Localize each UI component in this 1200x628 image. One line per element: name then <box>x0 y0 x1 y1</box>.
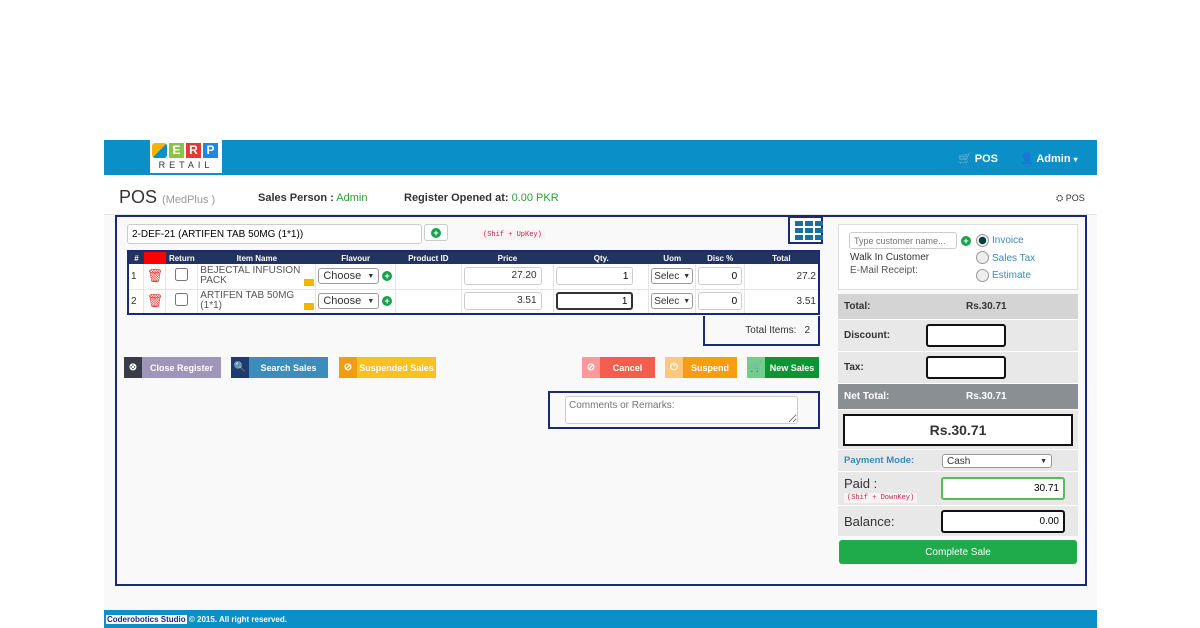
close-circle-icon: ⊗ <box>124 357 142 378</box>
trash-icon[interactable]: 🗑 <box>143 264 167 290</box>
radio-invoice[interactable]: Invoice <box>976 232 1035 250</box>
close-register-button[interactable]: ⊗ Close Register <box>124 357 221 378</box>
batch-icon[interactable] <box>304 303 315 310</box>
uom-select[interactable]: Selec ▼ <box>651 293 694 310</box>
product-search-input[interactable] <box>127 224 422 244</box>
sale-type-radios: Invoice Sales Tax Estimate <box>976 232 1035 285</box>
search-sales-button[interactable]: 🔍 Search Sales <box>231 357 328 378</box>
payment-mode-row: Payment Mode: Cash ▼ <box>838 450 1078 472</box>
discount-input[interactable] <box>698 292 743 311</box>
tax-input[interactable] <box>926 356 1006 379</box>
user-icon: 👤 <box>1020 153 1034 165</box>
paid-row: Paid : (Shif + DownKey) <box>838 472 1078 506</box>
add-product-button[interactable]: + <box>424 224 448 241</box>
sales-person: Sales Person : Admin <box>258 192 368 204</box>
caret-down-icon: ▾ <box>1073 155 1078 164</box>
balance-input <box>941 509 1065 533</box>
grand-total-display: Rs.30.71 <box>843 413 1073 446</box>
cancel-button[interactable]: ⊘ Cancel <box>582 357 655 378</box>
page-header <box>104 175 1097 215</box>
big-total-row: Rs.30.71 <box>838 410 1078 450</box>
col-qty: Qty. <box>553 251 649 264</box>
col-product-id: Product ID <box>395 251 462 264</box>
product-id <box>395 289 462 315</box>
register-opened: Register Opened at: 0.00 PKR <box>404 192 559 204</box>
item-name: BEJECTAL INFUSION PACK <box>200 265 301 287</box>
total-items: Total Items: 2 <box>703 316 820 346</box>
grid-view-button[interactable] <box>788 216 823 244</box>
payment-mode-select[interactable]: Cash ▼ <box>942 453 1052 468</box>
search-icon: 🔍 <box>231 357 249 378</box>
table-row: 2 🗑 ARTIFEN TAB 50MG (1*1) Choose ▼ + 3.5… <box>128 289 820 315</box>
radio-sales-tax[interactable]: Sales Tax <box>976 250 1035 268</box>
trash-icon[interactable]: 🗑 <box>143 289 167 315</box>
walk-in-customer: Walk In Customer <box>850 252 930 263</box>
cart-icon: 🛒 <box>958 153 972 165</box>
footer-company-link[interactable]: Coderobotics Studio <box>106 615 187 624</box>
balance-row: Balance: <box>838 506 1078 537</box>
return-checkbox[interactable] <box>175 268 189 282</box>
add-customer-icon[interactable]: + <box>961 236 971 246</box>
customer-name-input[interactable] <box>849 232 957 249</box>
plus-icon: + <box>431 227 441 238</box>
add-flavour-icon[interactable]: + <box>382 296 393 307</box>
col-number: # <box>128 251 144 264</box>
return-checkbox[interactable] <box>175 293 189 307</box>
discount-input[interactable] <box>698 267 743 286</box>
nav-pos-link[interactable]: 🛒 POS <box>958 152 998 165</box>
comments-textarea[interactable] <box>565 396 798 424</box>
tax-row: Tax: <box>838 352 1078 384</box>
col-item-name: Item Name <box>197 251 316 264</box>
footer: Coderobotics Studio © 2015. All right re… <box>104 610 1097 628</box>
items-table: # Return Item Name Flavour Product ID Pr… <box>127 250 820 315</box>
ban-icon: ⊘ <box>582 357 600 378</box>
breadcrumb[interactable]: ⛭ POS <box>1056 193 1085 204</box>
add-flavour-icon[interactable]: + <box>382 271 393 282</box>
new-sales-button[interactable]: 🛒 New Sales <box>747 357 819 378</box>
total-row: Total: Rs.30.71 <box>838 294 1078 320</box>
row-number: 2 <box>128 289 145 315</box>
suspend-button[interactable]: ⏻ Suspend <box>665 357 737 378</box>
dashboard-icon: ⛭ <box>1056 193 1064 203</box>
flavour-select[interactable]: Choose ▼ <box>318 268 380 285</box>
col-delete <box>143 251 166 264</box>
erp-retail-logo[interactable]: E R P RETAIL <box>150 140 222 175</box>
radio-estimate[interactable]: Estimate <box>976 267 1035 285</box>
page-title: POS (MedPlus ) <box>119 187 216 207</box>
shortcut-hint: (Shif + UpKey) <box>480 230 545 240</box>
footer-copyright: © 2015. All right reserved. <box>188 615 287 624</box>
table-row: 1 🗑 BEJECTAL INFUSION PACK Choose ▼ + 27.… <box>128 264 820 290</box>
col-disc: Disc % <box>695 251 745 264</box>
paid-input[interactable] <box>941 477 1065 500</box>
col-total: Total <box>744 251 819 264</box>
qty-input[interactable] <box>556 292 634 311</box>
discount-input[interactable] <box>926 324 1006 347</box>
cart-icon: 🛒 <box>747 357 765 378</box>
top-navbar <box>104 140 1097 175</box>
net-total-row: Net Total: Rs.30.71 <box>838 384 1078 410</box>
col-flavour: Flavour <box>315 251 396 264</box>
email-receipt-label: E-Mail Receipt: <box>850 265 918 276</box>
row-total: 27.2 <box>744 264 820 290</box>
price-input[interactable]: 27.20 <box>463 267 542 286</box>
item-name: ARTIFEN TAB 50MG (1*1) <box>200 290 295 312</box>
suspended-sales-button[interactable]: ⊘ Suspended Sales <box>339 357 436 378</box>
col-price: Price <box>461 251 554 264</box>
col-uom: Uom <box>648 251 696 264</box>
batch-icon[interactable] <box>304 278 315 286</box>
flavour-select[interactable]: Choose ▼ <box>318 293 380 310</box>
product-id <box>395 264 462 290</box>
row-total: 3.51 <box>744 289 820 315</box>
suspended-icon: ⊘ <box>339 357 357 378</box>
user-menu[interactable]: 👤 Admin ▾ <box>1020 152 1078 165</box>
col-return: Return <box>165 251 198 264</box>
row-number: 1 <box>128 264 145 290</box>
uom-select[interactable]: Selec ▼ <box>651 268 694 285</box>
price-input[interactable]: 3.51 <box>463 292 542 311</box>
power-icon: ⏻ <box>665 357 683 378</box>
qty-input[interactable] <box>556 267 634 286</box>
complete-sale-button[interactable]: Complete Sale <box>839 540 1077 564</box>
discount-row: Discount: <box>838 320 1078 352</box>
